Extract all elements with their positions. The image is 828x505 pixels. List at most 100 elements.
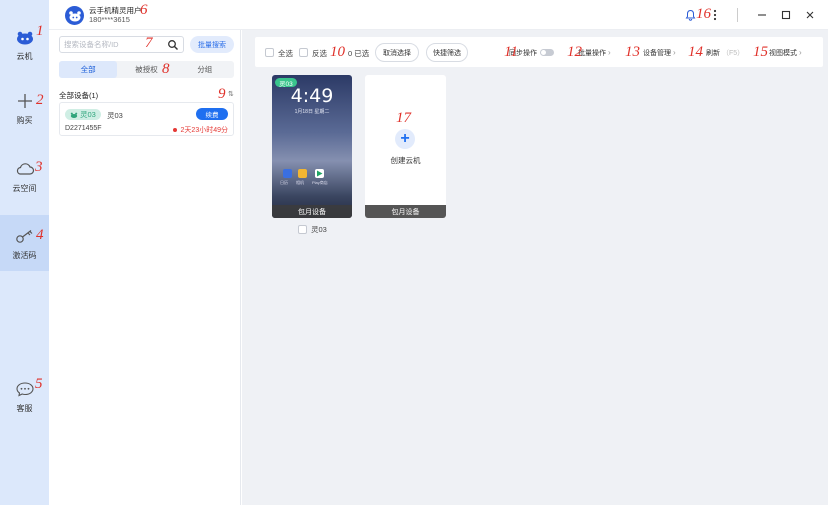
app-label: 相机 [296,180,304,185]
annotation-number: 7 [145,35,153,51]
annotation-number: 12 [567,44,582,60]
chevron-right-icon: › [608,48,611,57]
maximize-button[interactable] [779,8,793,22]
close-icon [806,11,814,19]
annotation-number: 13 [625,44,640,60]
plus-icon: + [395,129,415,149]
device-tag: 灵03 [65,109,101,120]
annotation-number: 5 [35,376,43,392]
search-icon[interactable] [167,39,179,51]
phone-select-checkbox[interactable] [298,225,307,234]
select-all-checkbox[interactable] [265,48,274,57]
annotation-number: 14 [688,44,703,60]
nav-item-activation-code[interactable]: 激活码 [0,215,49,271]
minimize-button[interactable] [755,8,769,22]
annotation-number: 17 [396,110,411,126]
notification-bell-button[interactable] [683,8,697,22]
invert-selection-checkbox[interactable] [299,48,308,57]
annotation-number: 8 [162,61,170,77]
camera-app-icon [298,169,307,178]
phone-lockscreen-date: 1月18日 星期二 [294,109,330,115]
annotation-number: 3 [35,159,43,175]
nav-item-cloud-space[interactable]: 云空间 [0,148,49,204]
create-cloud-phone-label: 创建云机 [390,156,421,165]
chat-bubble-icon [15,379,35,399]
user-phone: 180****3615 [89,15,130,24]
device-grid-area: 全选 反选 10 0 已选 取消选择 快捷筛选 同步操作 11 批量操作 › 12… [242,30,828,505]
device-management-button[interactable]: 设备管理 › [643,43,676,62]
device-id: D2271455F [65,125,102,132]
annotation-number: 9 [218,86,226,102]
chevron-right-icon: › [673,48,676,57]
annotation-number: 2 [36,92,44,108]
more-menu-button[interactable] [708,8,722,22]
phone-select[interactable]: 灵03 [298,224,327,235]
plus-icon [15,91,35,111]
avatar[interactable] [65,6,84,25]
divider [737,8,738,22]
batch-operation-label: 批量操作 [578,49,606,57]
refresh-shortcut: （F5） [722,49,745,57]
tab-groups[interactable]: 分组 [176,61,234,78]
minimize-icon [758,14,766,16]
device-name: 灵03 [107,111,123,120]
nav-label-customer-service: 客服 [16,403,33,413]
create-card-footer: 包月设备 [365,205,446,218]
nav-label-cloud-phone: 云机 [16,51,33,61]
device-card[interactable]: 灵03 灵03 续费 D2271455F 2天23小时49分 [59,102,234,136]
sync-toggle-switch[interactable] [540,49,554,56]
cloud-phone-card[interactable]: 灵03 4:49 1月18日 星期二 日历 相机 Play商店 包月设备 [272,75,352,218]
chevron-right-icon: › [799,48,802,57]
annotation-number: 11 [504,44,518,60]
refresh-button[interactable]: 刷新 （F5） [706,43,744,62]
view-mode-button[interactable]: 视图模式 › [769,43,802,62]
remaining-time: 2天23小时49分 [172,125,228,135]
calendar-app-icon [283,169,292,178]
phone-footer: 包月设备 [272,205,352,218]
nav-label-buy: 购买 [16,115,33,125]
annotation-number: 10 [330,44,345,60]
annotation-number: 15 [753,44,768,60]
maximize-icon [781,10,791,20]
create-cloud-phone-card[interactable]: 17 + 创建云机 包月设备 [365,75,446,218]
tab-all[interactable]: 全部 [59,61,118,78]
cancel-selection-button[interactable]: 取消选择 [375,43,419,62]
cloud-phone-icon [15,27,35,47]
nav-label-cloud-space: 云空间 [12,183,37,193]
phone-select-label: 灵03 [311,225,327,234]
device-tag-label: 灵03 [80,110,96,119]
phone-lockscreen-time: 4:49 [290,85,334,107]
annotation-number: 1 [36,23,44,39]
device-management-label: 设备管理 [643,49,671,57]
invert-selection-label: 反选 [312,49,327,58]
close-button[interactable] [803,8,817,22]
key-icon [15,226,35,246]
nav-item-buy[interactable]: 购买 [0,80,49,136]
cloud-phone-icon [70,112,78,118]
quick-filter-button[interactable]: 快捷筛选 [426,43,468,62]
batch-operation-button[interactable]: 批量操作 › [578,43,611,62]
play-store-icon [315,169,324,178]
group-title: 全部设备(1) [59,91,99,100]
bell-icon [685,9,695,21]
renew-button[interactable]: 续费 [196,108,228,120]
app-label: Play商店 [312,180,328,185]
annotation-number: 4 [36,227,44,243]
remaining-time-text: 2天23小时49分 [180,127,228,134]
nav-label-activation-code: 激活码 [12,250,37,260]
view-mode-label: 视图模式 [769,49,797,57]
device-tabs: 全部 被授权 分组 [59,61,234,78]
grid-toolbar: 全选 反选 10 0 已选 取消选择 快捷筛选 同步操作 11 批量操作 › 12… [255,37,823,67]
search-box [59,36,184,53]
selected-count: 0 已选 [348,49,370,58]
cloud-icon [15,159,35,179]
status-dot [172,128,177,132]
left-nav: 云机 1 购买 2 云空间 3 激活码 4 客服 5 [0,0,49,505]
annotation-number: 6 [140,2,148,18]
sort-icon[interactable]: ⇅ [228,90,234,98]
top-bar: 云手机精灵用户 180****3615 6 16 [49,0,828,30]
batch-search-button[interactable]: 批量搜索 [190,36,234,53]
device-list-panel: 7 批量搜索 全部 被授权 分组 8 全部设备(1) 9 ⇅ 灵03 灵03 续… [49,30,241,505]
more-vertical-icon [713,9,717,21]
refresh-label: 刷新 [706,49,720,57]
